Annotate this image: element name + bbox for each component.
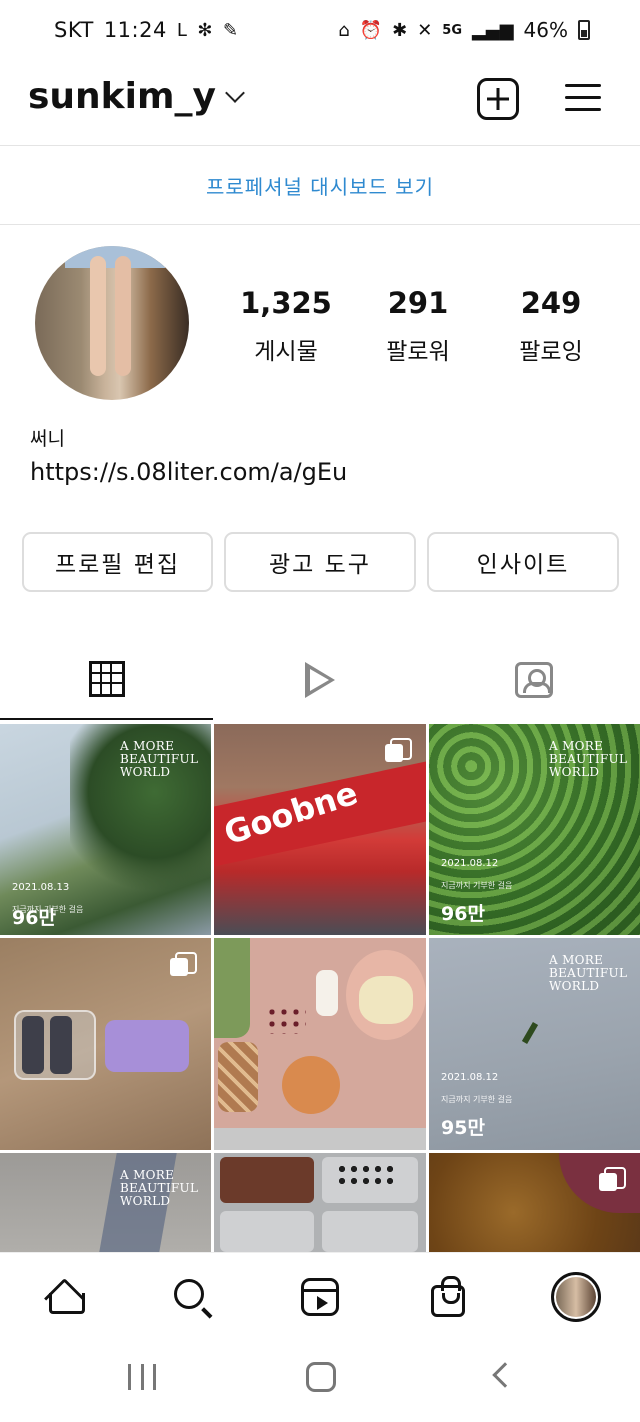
post-views: 96만	[12, 907, 56, 929]
followers-count-value: 291	[387, 286, 449, 320]
pinwheel-icon: ✻	[197, 19, 213, 41]
post-brand: A MORE BEAUTIFUL WORLD	[120, 739, 199, 779]
status-bar: SKT 11:24 L ✻ ✎ ⌂ ⏰ ✱ ✕ 5G ▂▄▆ 46%	[0, 0, 640, 60]
post-views: 96만	[441, 903, 485, 925]
post-thumbnail[interactable]	[429, 1153, 640, 1252]
post-thumbnail[interactable]	[0, 938, 211, 1150]
professional-dashboard-banner: 프로페셔널 대시보드 보기	[0, 147, 640, 225]
posts-count-label: 게시물	[254, 339, 318, 365]
home-icon	[46, 1280, 85, 1314]
5g-icon: 5G	[442, 22, 463, 38]
bio-name: 써니	[30, 428, 65, 450]
alarm-icon: ⏰	[359, 19, 383, 41]
status-right: ⌂ ⏰ ✱ ✕ 5G ▂▄▆ 46%	[338, 18, 590, 42]
chevron-down-icon	[225, 82, 245, 103]
following-count-label: 팔로잉	[519, 339, 583, 365]
tab-tagged[interactable]	[427, 640, 640, 720]
post-thumbnail[interactable]: A MORE BEAUTIFUL WORLD 2021.08.12 지금까지 기부한…	[429, 724, 640, 935]
menu-icon[interactable]	[565, 80, 601, 116]
profile-header: sunkim_y	[0, 60, 640, 146]
insights-button[interactable]: 인사이트	[427, 532, 619, 592]
battery-icon	[578, 20, 590, 40]
feather-icon: ✎	[222, 19, 239, 41]
l-app-icon: L	[176, 19, 188, 41]
grid-icon	[88, 661, 125, 697]
carrier: SKT	[54, 18, 94, 42]
multiple-photos-icon	[599, 1167, 626, 1191]
profile-tabs	[0, 640, 640, 722]
post-caption: 지금까지 기부한 걸음	[441, 1095, 513, 1104]
professional-dashboard-link[interactable]: 프로페셔널 대시보드 보기	[206, 171, 434, 200]
posts-count-value: 1,325	[240, 286, 332, 320]
signal-icon: ▂▄▆	[472, 19, 514, 41]
post-brand: A MORE BEAUTIFUL WORLD	[549, 739, 628, 779]
nav-home[interactable]	[40, 1273, 88, 1321]
lock-icon: ⌂	[338, 19, 350, 41]
username: sunkim_y	[28, 76, 216, 117]
system-navigation	[0, 1340, 640, 1422]
posts-count[interactable]: 1,325 게시물	[221, 286, 351, 366]
post-date: 2021.08.13	[12, 882, 70, 893]
mute-icon: ✕	[417, 19, 433, 41]
tag-icon	[514, 662, 553, 698]
play-icon	[305, 662, 335, 698]
post-thumbnail[interactable]	[214, 938, 426, 1150]
post-brand: A MORE BEAUTIFUL WORLD	[549, 953, 628, 993]
multiple-photos-icon	[385, 738, 412, 762]
multiple-photos-icon	[170, 952, 197, 976]
post-thumbnail[interactable]	[214, 1153, 426, 1252]
nav-search[interactable]	[168, 1273, 216, 1321]
profile-avatar	[551, 1272, 601, 1322]
post-views: 95만	[441, 1117, 485, 1139]
following-count-value: 249	[520, 286, 582, 320]
profile-picture[interactable]	[35, 246, 189, 400]
nav-shop[interactable]	[424, 1273, 472, 1321]
tab-posts[interactable]	[0, 640, 213, 720]
post-caption: 지금까지 기부한 걸음	[441, 881, 513, 890]
post-date: 2021.08.12	[441, 858, 499, 869]
post-thumbnail[interactable]: Goobne	[214, 724, 426, 935]
followers-count-label: 팔로워	[386, 339, 450, 365]
clock: 11:24	[103, 18, 167, 42]
following-count[interactable]: 249 팔로잉	[486, 286, 616, 366]
bio-link[interactable]: https://s.08liter.com/a/gEu	[30, 458, 347, 486]
back-button[interactable]	[492, 1362, 518, 1388]
account-switcher[interactable]: sunkim_y	[28, 76, 245, 117]
bottom-navigation	[0, 1252, 640, 1340]
tab-reels[interactable]	[213, 640, 427, 720]
status-left: SKT 11:24 L ✻ ✎	[54, 18, 239, 42]
shop-icon	[431, 1276, 465, 1317]
home-button[interactable]	[306, 1362, 336, 1392]
followers-count[interactable]: 291 팔로워	[353, 286, 483, 366]
post-date: 2021.08.12	[441, 1072, 499, 1083]
battery-percent: 46%	[523, 18, 568, 42]
post-thumbnail[interactable]: A MORE BEAUTIFUL WORLD 2021.08.13 지금까지 기부한…	[0, 724, 211, 935]
post-thumbnail[interactable]: A MORE BEAUTIFUL WORLD	[0, 1153, 211, 1252]
reels-icon	[301, 1278, 339, 1316]
search-icon	[174, 1279, 204, 1309]
post-thumbnail[interactable]: A MORE BEAUTIFUL WORLD 2021.08.12 지금까지 기부한…	[429, 938, 640, 1150]
bluetooth-icon: ✱	[392, 19, 408, 41]
recents-button[interactable]	[128, 1364, 156, 1390]
new-post-icon[interactable]	[477, 78, 519, 120]
ad-tools-button[interactable]: 광고 도구	[224, 532, 416, 592]
edit-profile-button[interactable]: 프로필 편집	[22, 532, 213, 592]
nav-reels[interactable]	[296, 1273, 344, 1321]
post-brand: A MORE BEAUTIFUL WORLD	[120, 1168, 199, 1208]
nav-profile[interactable]	[550, 1271, 602, 1323]
